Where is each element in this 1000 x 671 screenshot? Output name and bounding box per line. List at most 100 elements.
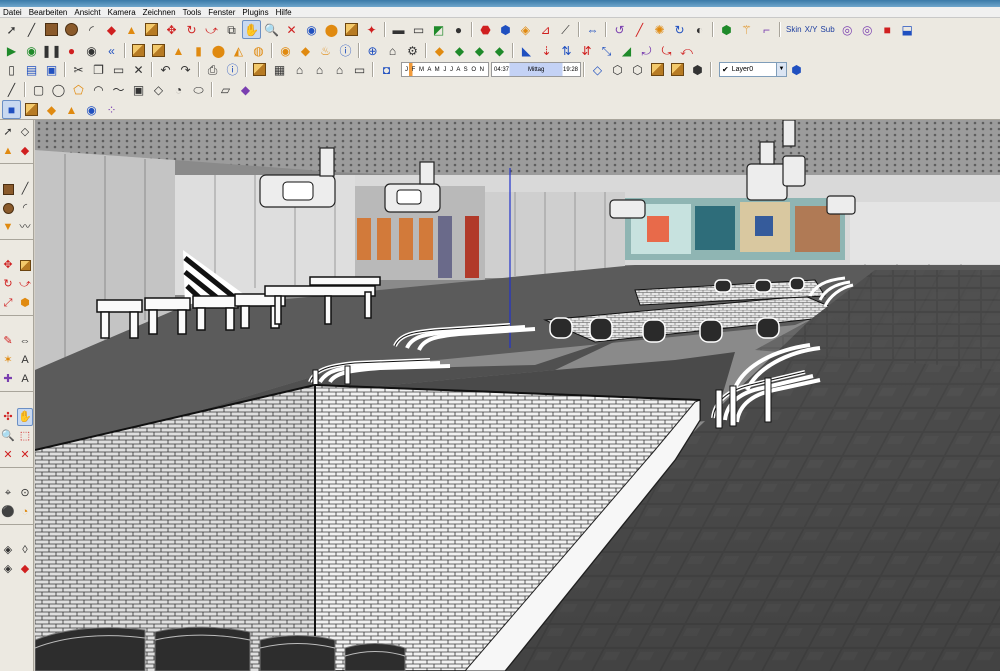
view-iso-icon[interactable] (129, 41, 148, 60)
plugin-wand-icon[interactable]: ⚚ (737, 20, 756, 39)
sandbox-tool-4-icon[interactable]: ⊿ (536, 20, 555, 39)
view-top-2-icon[interactable]: ▦ (270, 60, 289, 79)
plugin-gear-icon[interactable]: ✺ (650, 20, 669, 39)
plugin-extra-1-icon[interactable]: ◎ (838, 20, 857, 39)
hidden-line-icon[interactable]: ⬡ (628, 60, 647, 79)
pause-icon[interactable]: ❚❚ (41, 41, 61, 60)
new-file-icon[interactable]: ▯ (2, 60, 21, 79)
polygon-icon[interactable]: ⬠ (69, 80, 88, 99)
plugin-cube-icon[interactable]: ⬢ (717, 20, 736, 39)
sphere-primitive-icon[interactable]: ⬤ (209, 41, 228, 60)
cut-icon[interactable]: ✂ (69, 60, 88, 79)
geo-location-icon[interactable]: ◉ (302, 20, 321, 39)
donut-primitive-icon[interactable]: ◉ (276, 41, 295, 60)
view-iso-2-icon[interactable] (250, 60, 269, 79)
lt-walk-icon[interactable]: ⚫ (0, 503, 16, 521)
lt-zoomwindow-icon[interactable]: ⬚ (17, 427, 33, 445)
lt-move-icon[interactable]: ✥ (0, 256, 16, 274)
lt-rect-icon[interactable] (0, 180, 16, 198)
menu-ansicht[interactable]: Ansicht (72, 7, 105, 18)
menu-hilfe[interactable]: Hilfe (274, 7, 297, 18)
view-back-icon[interactable]: ⌂ (330, 60, 349, 79)
lt-zoom-icon[interactable]: 🔍 (0, 427, 16, 445)
lt-rotate-icon[interactable]: ↻ (0, 275, 16, 293)
scene-cube-icon[interactable] (22, 100, 41, 119)
circle-outline-icon[interactable]: ◯ (49, 80, 68, 99)
plugin-extra-3-icon[interactable]: ⬓ (898, 20, 917, 39)
lt-sandbox-1-icon[interactable]: ◈ (0, 541, 16, 559)
follow-me-icon[interactable]: ⤻ (202, 20, 221, 39)
layer-mat-3-icon[interactable]: ◆ (470, 41, 489, 60)
play-animation-icon[interactable]: ▶ (2, 41, 21, 60)
menu-zeichnen[interactable]: Zeichnen (141, 7, 181, 18)
rect-outline-icon[interactable]: ▢ (29, 80, 48, 99)
lt-protractor-icon[interactable]: ✶ (0, 351, 16, 369)
pyramid-primitive-icon[interactable]: ◭ (229, 41, 248, 60)
lt-paint-icon[interactable]: ▲ (0, 142, 16, 160)
skip-back-icon[interactable]: « (102, 41, 121, 60)
torus-primitive-icon[interactable]: ◍ (249, 41, 268, 60)
walk-icon[interactable]: ⚙ (403, 41, 422, 60)
layer-mat-4-icon[interactable]: ◆ (490, 41, 509, 60)
orbit-hand-icon[interactable]: ✋ (242, 20, 261, 39)
monochrome-icon[interactable]: ⬢ (688, 60, 707, 79)
scene-icon[interactable]: ■ (2, 100, 21, 119)
lt-freehand-icon[interactable]: 〰 (17, 218, 33, 236)
line-tool-icon[interactable]: ╱ (22, 20, 41, 39)
lt-scale-icon[interactable]: ⤢ (0, 294, 16, 312)
sub-plugin-label[interactable]: Sub (820, 25, 834, 34)
sandbox-tool-3-icon[interactable]: ◈ (516, 20, 535, 39)
time-slider[interactable]: 04:37 Mittag 19:28 (491, 62, 581, 77)
view-left-icon[interactable]: ▭ (350, 60, 369, 79)
circle-tool-icon[interactable] (62, 20, 81, 39)
save-icon[interactable]: ▣ (42, 60, 61, 79)
arrow-tool-5-icon[interactable]: ⤡ (597, 41, 616, 60)
offset-icon[interactable]: ▣ (129, 80, 148, 99)
lt-eraser-icon[interactable]: ◆ (17, 142, 33, 160)
lt-polygon-icon[interactable]: ▼ (0, 218, 16, 236)
zoom-tool-icon[interactable]: 🔍 (262, 20, 281, 39)
month-slider[interactable]: J F M A M J J A S O N D (401, 62, 489, 77)
sandbox-tool-2-icon[interactable]: ⬢ (496, 20, 515, 39)
lt-3dtext-icon[interactable]: A (17, 370, 33, 388)
lt-arc-icon[interactable]: ◜ (17, 199, 33, 217)
rotate-tool-icon[interactable]: ↻ (182, 20, 201, 39)
push-pull-icon[interactable] (142, 20, 161, 39)
shadow-settings-icon[interactable]: ◘ (377, 60, 396, 79)
triangle-icon[interactable]: ▲ (62, 100, 81, 119)
cone-primitive-icon[interactable]: ▲ (169, 41, 188, 60)
lt-axes-icon[interactable]: ✚ (0, 370, 16, 388)
menu-datei[interactable]: Datei (1, 7, 27, 18)
eraser-tool-icon[interactable]: ◆ (102, 20, 121, 39)
3d-viewport[interactable] (35, 120, 1000, 671)
plugin-pipe-icon[interactable]: ⌐ (757, 20, 776, 39)
skin-plugin-label[interactable]: Skin (786, 25, 802, 34)
layer-dropdown[interactable]: ✔ Layer0 ▼ (719, 62, 787, 77)
stop-icon[interactable]: ● (62, 41, 81, 60)
lt-circle-icon[interactable] (0, 199, 16, 217)
lt-previous-icon[interactable]: ✕ (17, 446, 33, 464)
dots-icon[interactable]: ⁘ (102, 100, 121, 119)
arrow-tool-7-icon[interactable]: ⤾ (637, 41, 656, 60)
wireframe-icon[interactable]: ⬡ (608, 60, 627, 79)
paint-bucket-icon[interactable]: ▲ (122, 20, 141, 39)
sandbox-tool-5-icon[interactable]: ⟋ (556, 20, 575, 39)
layer-mat-1-icon[interactable]: ◆ (430, 41, 449, 60)
sandbox-tool-1-icon[interactable]: ⬣ (476, 20, 495, 39)
lt-select-icon[interactable]: ➚ (0, 123, 16, 141)
lt-followme-icon[interactable]: ⤻ (17, 275, 33, 293)
chevron-down-icon[interactable]: ▼ (776, 63, 786, 76)
arc-tool-icon[interactable]: ◜ (82, 20, 101, 39)
arrow-tool-2-icon[interactable]: ⇣ (537, 41, 556, 60)
view-front-icon[interactable]: ⌂ (290, 60, 309, 79)
plugin-rotate-icon[interactable]: ↺ (610, 20, 629, 39)
info-icon[interactable]: ⓘ (336, 41, 355, 60)
get-models-icon[interactable]: ⬤ (322, 20, 341, 39)
component-icon[interactable]: ✦ (362, 20, 381, 39)
layer-mat-2-icon[interactable]: ◆ (450, 41, 469, 60)
lamp-icon[interactable]: ⊕ (363, 41, 382, 60)
diamond-icon[interactable]: ◆ (42, 100, 61, 119)
share-model-icon[interactable] (342, 20, 361, 39)
pick-icon[interactable]: ◆ (236, 80, 255, 99)
arrow-tool-1-icon[interactable]: ◣ (517, 41, 536, 60)
